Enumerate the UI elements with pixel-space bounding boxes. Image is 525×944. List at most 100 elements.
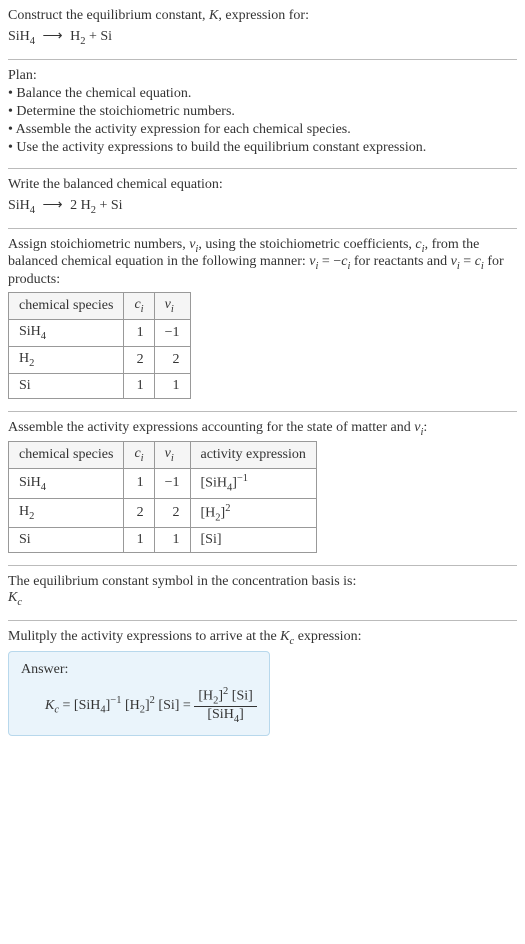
plan-item: • Balance the chemical equation. (8, 86, 517, 102)
sp: H (19, 351, 29, 366)
text: , using the stoichiometric coefficients, (198, 237, 415, 252)
eq: = − (318, 254, 341, 269)
nu-sub: i (171, 304, 174, 315)
sp-sub: 4 (41, 331, 46, 342)
symbol-text: The equilibrium constant symbol in the c… (8, 574, 517, 590)
sp: H (19, 504, 29, 519)
lhs-sub: 4 (30, 205, 35, 216)
c-cell: 1 (124, 373, 154, 398)
K-symbol: K (209, 8, 218, 23)
col-species: chemical species (9, 293, 124, 320)
answer-formula: Kc = [SiH4]−1 [H2]2 [Si] = [H2]2 [Si][Si… (21, 686, 257, 725)
t3: [Si] (158, 698, 179, 713)
divider (8, 228, 517, 229)
nu-cell: −1 (154, 319, 190, 346)
species-cell: Si (9, 373, 124, 398)
eq: = (59, 698, 74, 713)
c-cell: 1 (124, 319, 154, 346)
assemble-text: Assemble the activity expressions accoun… (8, 420, 517, 438)
text: , expression for: (218, 8, 309, 23)
sp: SiH (19, 324, 41, 339)
K: K (280, 629, 289, 644)
table-header-row: chemical species ci νi activity expressi… (9, 442, 317, 469)
divider (8, 59, 517, 60)
col-c: ci (124, 293, 154, 320)
text: for reactants and (350, 254, 450, 269)
c-cell: 2 (124, 346, 154, 373)
nu-cell: 2 (154, 346, 190, 373)
species-cell: H2 (9, 498, 124, 527)
table-row: Si 1 1 [Si] (9, 528, 317, 553)
plan-section: Plan: • Balance the chemical equation. •… (8, 68, 517, 156)
rhs-h: H (70, 29, 80, 44)
plan-item: • Assemble the activity expression for e… (8, 122, 517, 138)
table-row: H2 2 2 (9, 346, 191, 373)
act: [SiH (201, 476, 227, 491)
table-row: SiH4 1 −1 [SiH4]−1 (9, 469, 317, 498)
text: Mulitply the activity expressions to arr… (8, 629, 280, 644)
prompt-section: Construct the equilibrium constant, K, e… (8, 8, 517, 47)
assign-section: Assign stoichiometric numbers, νi, using… (8, 237, 517, 399)
c-cell: 1 (124, 469, 154, 498)
species-cell: Si (9, 528, 124, 553)
species-cell: SiH4 (9, 469, 124, 498)
col-nu: νi (154, 442, 190, 469)
assign-text: Assign stoichiometric numbers, νi, using… (8, 237, 517, 289)
t1: [SiH (74, 698, 100, 713)
act: [Si] (201, 532, 222, 547)
activity-cell: [H2]2 (190, 498, 316, 527)
divider (8, 565, 517, 566)
sp: SiH (19, 475, 41, 490)
K: K (45, 698, 54, 713)
text: Construct the equilibrium constant, (8, 8, 209, 23)
t1-sup: −1 (110, 695, 121, 706)
text: Assign stoichiometric numbers, (8, 237, 189, 252)
lhs: SiH (8, 198, 30, 213)
c-cell: 1 (124, 528, 154, 553)
nu-cell: 2 (154, 498, 190, 527)
nu-cell: 1 (154, 528, 190, 553)
divider (8, 411, 517, 412)
divider (8, 168, 517, 169)
sp: Si (19, 532, 31, 547)
sp-sub: 4 (41, 481, 46, 492)
text: expression: (294, 629, 361, 644)
num: [H (198, 688, 213, 703)
arrow-icon: ⟶ (43, 28, 63, 45)
fraction-denominator: [SiH4] (194, 707, 256, 725)
table-row: H2 2 2 [H2]2 (9, 498, 317, 527)
rhs-tail: + Si (86, 29, 113, 44)
prompt-line1: Construct the equilibrium constant, K, e… (8, 8, 517, 24)
activity-cell: [SiH4]−1 (190, 469, 316, 498)
den: ] (239, 707, 244, 722)
act-sup: −1 (237, 473, 248, 484)
plan-item: • Determine the stoichiometric numbers. (8, 104, 517, 120)
balanced-title: Write the balanced chemical equation: (8, 177, 517, 193)
rhs-tail: + Si (96, 198, 123, 213)
plan-title: Plan: (8, 68, 517, 84)
K-sub: c (17, 597, 22, 608)
sp: Si (19, 378, 31, 393)
multiply-section: Mulitply the activity expressions to arr… (8, 629, 517, 736)
act: [H (201, 505, 216, 520)
c-cell: 2 (124, 498, 154, 527)
arrow-icon: ⟶ (43, 197, 63, 214)
col-c: ci (124, 442, 154, 469)
c-sub: i (141, 304, 144, 315)
activity-cell: [Si] (190, 528, 316, 553)
balanced-equation: SiH4 ⟶ 2 H2 + Si (8, 197, 517, 216)
multiply-text: Mulitply the activity expressions to arr… (8, 629, 517, 647)
lhs-sub: 4 (30, 36, 35, 47)
eq: = (179, 698, 194, 713)
nu-cell: −1 (154, 469, 190, 498)
Kc-symbol: Kc (8, 590, 517, 608)
divider (8, 620, 517, 621)
text: Assemble the activity expressions accoun… (8, 420, 414, 435)
plan-item: • Use the activity expressions to build … (8, 140, 517, 156)
nu-sub: i (171, 453, 174, 464)
col-activity: activity expression (190, 442, 316, 469)
table-row: Si 1 1 (9, 373, 191, 398)
lhs: SiH (8, 29, 30, 44)
sp-sub: 2 (29, 358, 34, 369)
table-row: SiH4 1 −1 (9, 319, 191, 346)
